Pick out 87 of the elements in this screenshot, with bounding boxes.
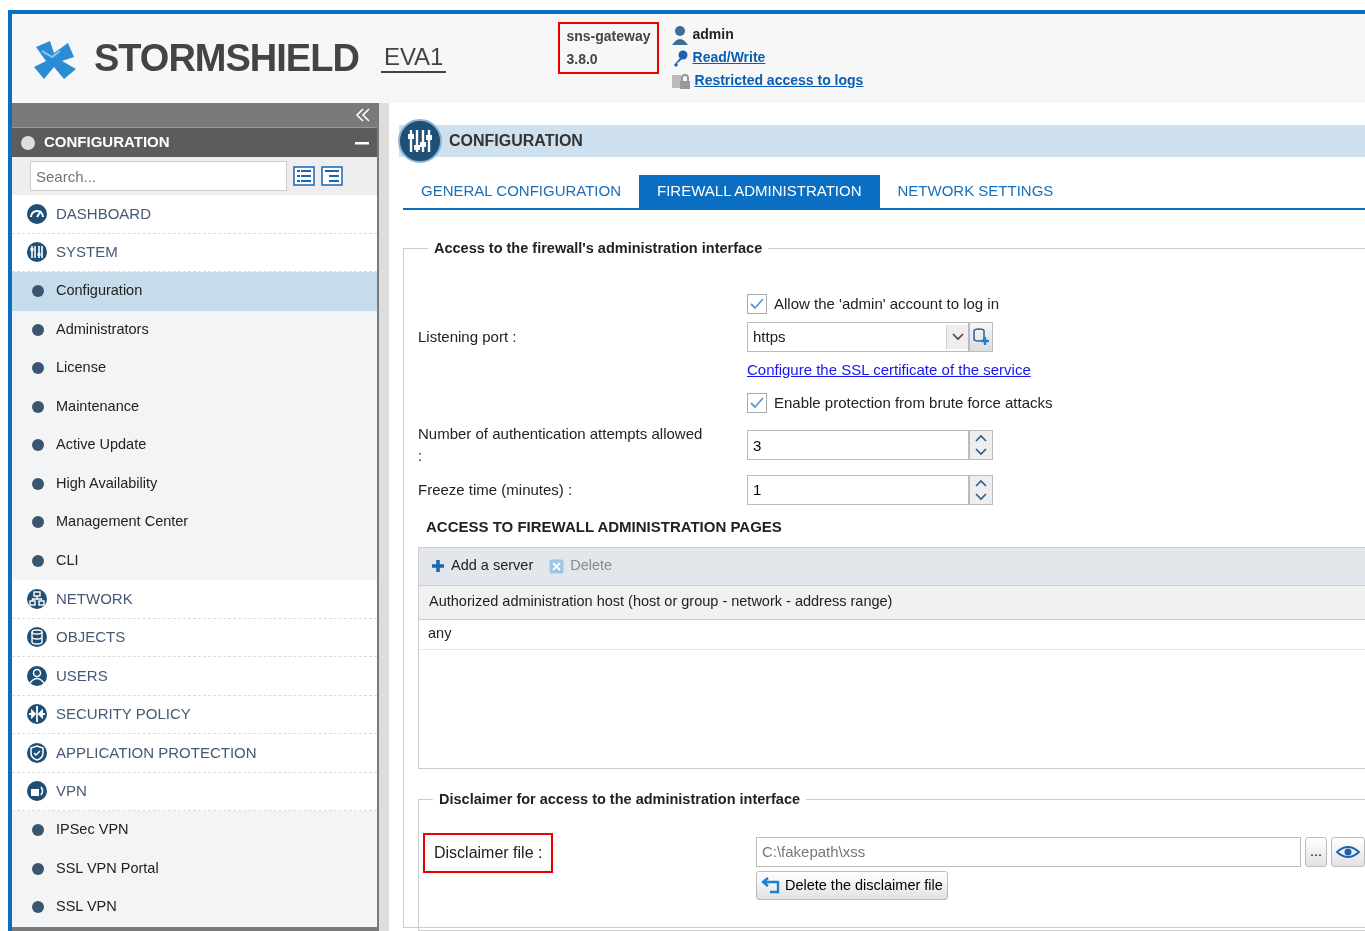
undo-icon [760, 876, 781, 895]
bullet-icon [32, 477, 44, 490]
firmware-version: 3.8.0 [566, 50, 599, 69]
field-label: Listening port : [418, 326, 518, 347]
checkbox-label: Allow the 'admin' account to log in [774, 293, 1000, 314]
rights-link[interactable]: Read/Write [692, 46, 766, 69]
sidebar-item[interactable]: CLI [12, 541, 377, 580]
tab[interactable]: FIREWALL ADMINISTRATION [639, 175, 880, 208]
spinner-button[interactable] [969, 474, 993, 505]
search-field[interactable]: Search... [30, 161, 287, 191]
logs-link[interactable]: Restricted access to logs [694, 69, 864, 92]
user-icon [670, 24, 689, 45]
add-object-button[interactable] [969, 321, 993, 352]
file-path-field[interactable]: C:\fakepath\xss [755, 836, 1301, 867]
fieldset-legend: Disclaimer for access to the administration interface [433, 788, 806, 811]
sidebar-item[interactable]: SECURITY POLICY [12, 695, 377, 734]
bullet-icon [32, 323, 44, 336]
network-icon [26, 587, 48, 610]
section-heading: ACCESS TO FIREWALL ADMINISTRATION PAGES [426, 517, 783, 538]
ssl-certificate-link[interactable]: Configure the SSL certificate of the service [747, 358, 1031, 381]
sidebar-item[interactable]: APPLICATION PROTECTION [12, 734, 377, 773]
gauge-icon [26, 202, 48, 225]
bullet-icon [32, 400, 44, 413]
database-add-icon [972, 327, 990, 346]
user-name: admin [692, 25, 734, 44]
device-name: sns-gateway [566, 27, 651, 46]
bullet-icon [32, 516, 44, 529]
sidebar-item[interactable]: Management Center [12, 503, 377, 542]
checkbox[interactable] [747, 392, 767, 413]
sidebar-item[interactable]: SSL VPN Portal [12, 849, 377, 888]
model-name: EVA1 [380, 44, 447, 73]
column-header[interactable]: Authorized administration host (host or group - network - address range) [419, 585, 1365, 620]
bullet-icon [32, 824, 44, 837]
add-button[interactable]: Add a server [431, 555, 534, 578]
sliders-icon [26, 241, 48, 264]
section-icon [20, 134, 36, 151]
attempts-field[interactable]: 3 [747, 430, 969, 461]
field-label: Number of authentication attempts allowed : [418, 423, 704, 467]
sidebar-item[interactable]: Configuration [12, 272, 377, 311]
sidebar-item[interactable]: NETWORK [12, 580, 377, 619]
arrows-icon [26, 703, 48, 726]
sidebar-item[interactable]: Active Update [12, 426, 377, 465]
spinner-button[interactable] [969, 430, 993, 461]
browse-button[interactable]: ... [1304, 836, 1327, 867]
plus-icon [431, 559, 445, 574]
checkbox[interactable] [747, 293, 767, 314]
section-title: CONFIGURATION [44, 132, 171, 153]
sidebar-item[interactable]: SSL VPN [12, 888, 377, 927]
bullet-icon [32, 362, 44, 375]
shield-icon [26, 741, 48, 764]
fieldset-legend: Access to the firewall's administration interface [428, 237, 769, 260]
tab[interactable]: GENERAL CONFIGURATION [403, 175, 640, 208]
sidebar-item[interactable]: License [12, 349, 377, 388]
sidebar-item[interactable]: DASHBOARD [12, 195, 377, 234]
user-icon [26, 664, 48, 687]
tab[interactable]: NETWORK SETTINGS [879, 175, 1072, 208]
delete-icon [549, 558, 565, 574]
tree-view-icon[interactable] [321, 166, 343, 186]
bullet-icon [32, 285, 44, 298]
collapse-icon[interactable] [355, 108, 371, 122]
sidebar-item[interactable]: VPN [12, 772, 377, 811]
sidebar-item[interactable]: Administrators [12, 310, 377, 349]
delete-file-button[interactable]: Delete the disclaimer file [755, 870, 948, 901]
brand-name: STORMSHIELD [94, 36, 359, 81]
page-title: CONFIGURATION [449, 131, 583, 151]
table-cell: any [419, 619, 1365, 650]
eye-icon [1336, 843, 1360, 860]
database-icon [26, 626, 48, 649]
port-dropdown[interactable]: https [747, 321, 969, 352]
sidebar-item[interactable]: OBJECTS [12, 618, 377, 657]
sliders-icon [397, 118, 443, 164]
bullet-icon [32, 439, 44, 452]
sidebar-item[interactable]: SYSTEM [12, 233, 377, 272]
bullet-icon [32, 554, 44, 567]
bullet-icon [32, 901, 44, 914]
preview-button[interactable] [1331, 836, 1365, 867]
field-label: Freeze time (minutes) : [418, 479, 574, 500]
freeze-time-field[interactable]: 1 [747, 474, 969, 505]
sidebar-item[interactable]: Maintenance [12, 387, 377, 426]
caret-icon [951, 332, 964, 341]
sidebar-item[interactable]: IPSec VPN [12, 811, 377, 850]
list-view-icon[interactable] [293, 166, 315, 186]
highlighted-label: Disclaimer file : [423, 832, 554, 873]
sidebar-item[interactable]: High Availability [12, 464, 377, 503]
sidebar-item[interactable]: USERS [12, 657, 377, 696]
bullet-icon [32, 862, 44, 875]
checkbox-label: Enable protection from brute force attacks [774, 392, 1053, 413]
